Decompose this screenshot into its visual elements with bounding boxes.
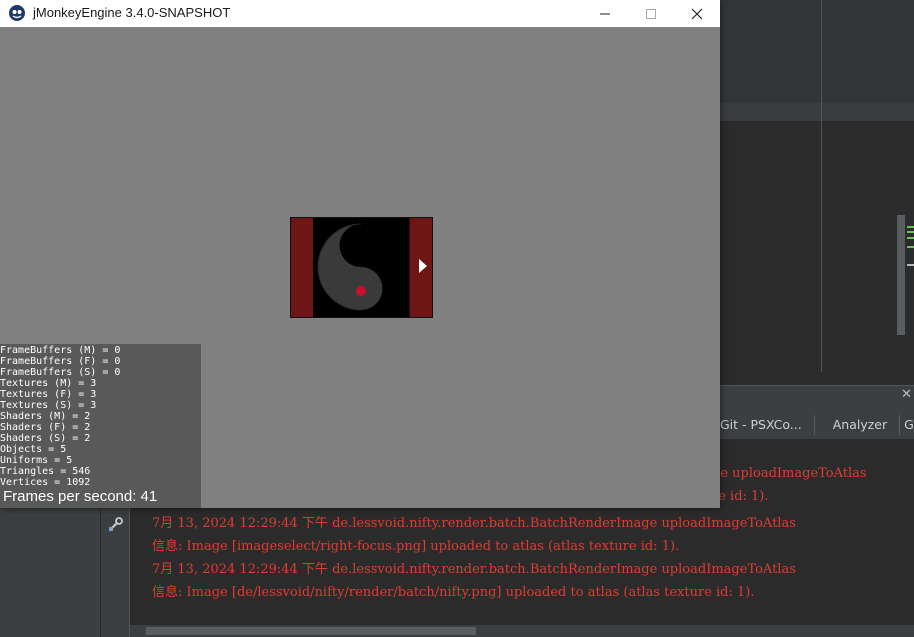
change-marker [907, 237, 914, 239]
console-line: 7月 13, 2024 12:29:44 下午 de.lessvoid.nift… [152, 562, 796, 577]
console-horizontal-scrollbar[interactable] [130, 625, 914, 637]
maximize-icon [646, 8, 656, 19]
close-panel-icon[interactable]: ✕ [901, 387, 912, 402]
output-tabs: Git - PSXCo... Analyzer Git [716, 411, 914, 440]
console-toolstrip [101, 508, 130, 637]
wrench-icon[interactable] [108, 516, 124, 536]
console-line: 信息: Image [de/lessvoid/nifty/render/batc… [152, 585, 755, 600]
stat-line: FrameBuffers (M) = 0 [0, 345, 121, 356]
ide-left-panel [0, 508, 101, 637]
editor-margin-line [821, 0, 822, 372]
arrow-right-icon [419, 259, 427, 273]
output-panel-header [720, 385, 914, 412]
close-icon [691, 8, 703, 19]
change-marker [907, 231, 914, 233]
editor-line-area [720, 0, 914, 103]
stat-line: Textures (F) = 3 [0, 389, 97, 400]
stat-line: Objects = 5 [0, 444, 67, 455]
stat-line: Uniforms = 5 [0, 455, 73, 466]
tab-git-psxco[interactable]: Git - PSXCo... [716, 415, 815, 435]
console-line: 信息: Image [imageselect/right-focus.png] … [152, 539, 680, 554]
console-line: 7月 13, 2024 12:29:44 下午 de.lessvoid.nift… [152, 516, 796, 531]
stat-line: Shaders (M) = 2 [0, 411, 91, 422]
scrollbar-thumb[interactable] [146, 627, 476, 635]
close-button[interactable] [674, 0, 720, 27]
window-title: jMonkeyEngine 3.4.0-SNAPSHOT [33, 5, 231, 20]
previous-image-button[interactable] [291, 218, 314, 317]
tab-analyzer[interactable]: Analyzer [815, 415, 901, 435]
stat-line: Textures (S) = 3 [0, 400, 97, 411]
jme-window: jMonkeyEngine 3.4.0-SNAPSHOT FrameBuffer… [0, 0, 720, 508]
minimize-icon [600, 13, 610, 14]
next-image-button[interactable] [409, 218, 432, 317]
change-marker [907, 226, 914, 228]
change-marker [907, 246, 914, 248]
stat-line: Triangles = 546 [0, 466, 91, 477]
image-select-widget[interactable] [290, 217, 433, 318]
minimize-button[interactable] [582, 0, 628, 27]
stat-line: Textures (M) = 3 [0, 378, 97, 389]
stat-line: FrameBuffers (F) = 0 [0, 356, 121, 367]
stat-line: Vertices = 1092 [0, 477, 91, 488]
yin-yang-image [313, 218, 410, 317]
jmonkey-logo-icon [8, 4, 26, 22]
editor-scrollbar[interactable] [897, 215, 905, 335]
editor-current-line [720, 103, 914, 121]
fps-counter: Frames per second: 41 [3, 488, 158, 505]
tab-git[interactable]: Git [900, 415, 914, 435]
stat-line: FrameBuffers (S) = 0 [0, 367, 121, 378]
console-line: re id: 1). [712, 489, 769, 504]
change-marker [907, 264, 914, 266]
stat-line: Shaders (F) = 2 [0, 422, 91, 433]
title-bar[interactable]: jMonkeyEngine 3.4.0-SNAPSHOT [0, 0, 720, 27]
stat-line: Shaders (S) = 2 [0, 433, 91, 444]
maximize-button[interactable] [628, 0, 674, 27]
console-line: ge uploadImageToAtlas [712, 466, 867, 481]
